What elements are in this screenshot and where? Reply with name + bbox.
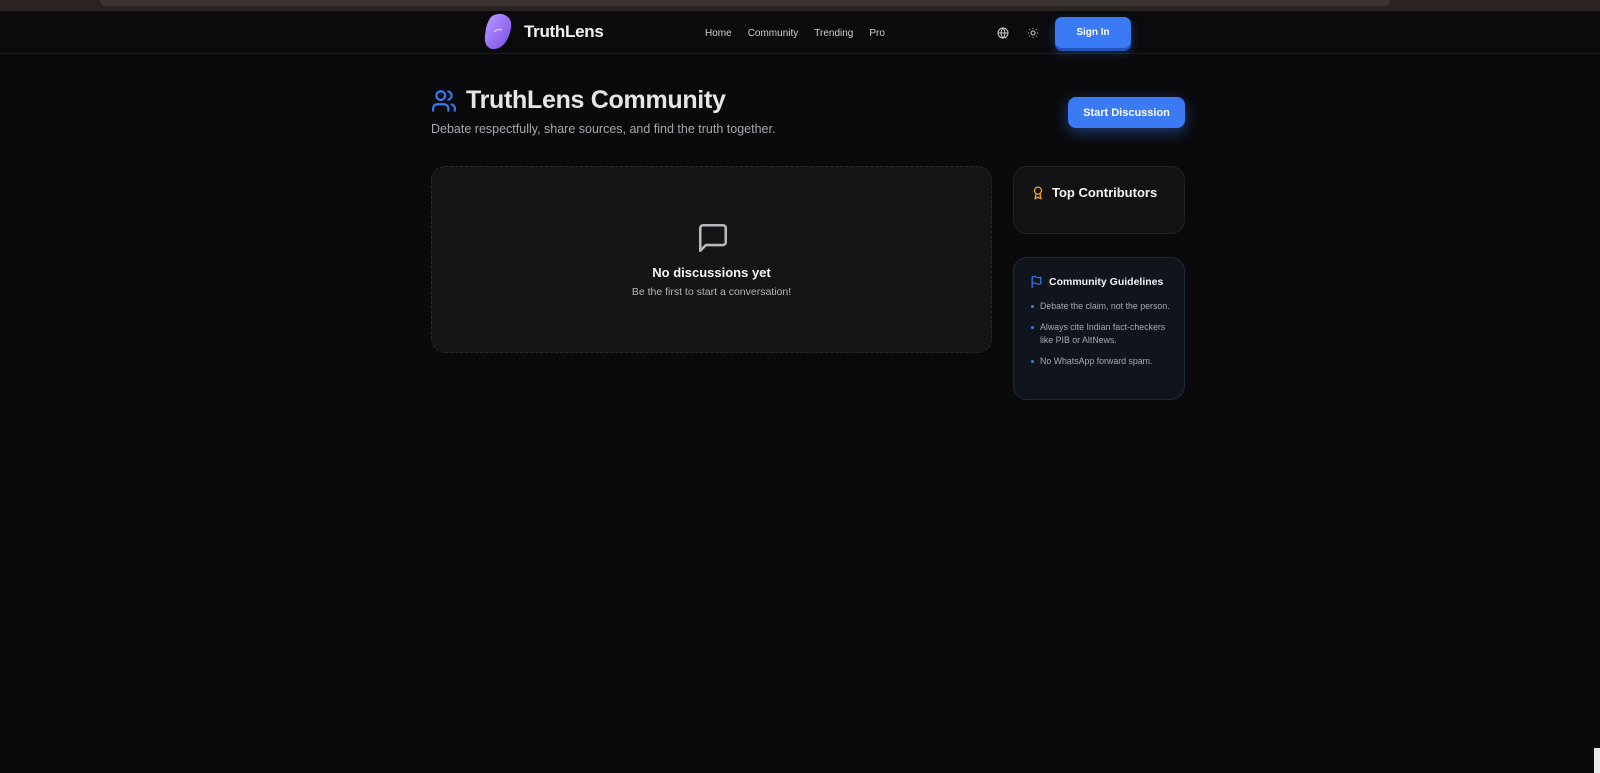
users-icon [432, 90, 456, 112]
guideline-item: Debate the claim, not the person. [1031, 300, 1176, 314]
bullet-dot [1031, 359, 1034, 363]
nav-community[interactable]: Community [748, 28, 799, 39]
top-contributors-card: Top Contributors [1013, 166, 1185, 234]
guideline-text: No WhatsApp forward spam. [1040, 355, 1153, 366]
language-button[interactable] [995, 25, 1011, 41]
top-contributors-title: Top Contributors [1052, 185, 1158, 200]
globe-icon [997, 27, 1009, 39]
bullet-dot [1031, 325, 1034, 329]
nav-trending[interactable]: Trending [814, 28, 853, 39]
start-discussion-button[interactable]: Start Discussion [1068, 97, 1185, 128]
theme-toggle-button[interactable] [1025, 25, 1041, 41]
brand-name[interactable]: TruthLens [524, 22, 604, 42]
top-navbar: TruthLens Home Community Trending Pro Si… [0, 11, 1600, 54]
award-icon [1033, 186, 1043, 200]
flag-icon [1031, 275, 1042, 289]
page-title: TruthLens Community [466, 86, 726, 114]
bullet-dot [1031, 305, 1034, 308]
guideline-text: Debate the claim, not the person. [1040, 301, 1170, 311]
guidelines-list: Debate the claim, not the person. Always… [1031, 300, 1176, 375]
guideline-text: Always cite Indian fact-checkers like PI… [1040, 321, 1166, 346]
community-guidelines-card: Community Guidelines Debate the claim, n… [1013, 257, 1185, 400]
empty-state-subtitle: Be the first to start a conversation! [631, 286, 792, 298]
community-guidelines-title: Community Guidelines [1049, 276, 1164, 288]
browser-chrome-strip [0, 0, 1600, 11]
empty-state-title: No discussions yet [652, 265, 771, 280]
nav-home[interactable]: Home [705, 28, 732, 39]
nav-pro[interactable]: Pro [869, 28, 885, 39]
guideline-item: Always cite Indian fact-checkers like PI… [1031, 321, 1176, 348]
truthlens-logo-icon[interactable] [482, 12, 516, 52]
message-square-icon [698, 223, 728, 253]
page-subtitle: Debate respectfully, share sources, and … [431, 122, 776, 136]
corner-widget-edge[interactable] [1594, 748, 1600, 773]
main-nav: Home Community Trending Pro [705, 28, 885, 39]
sign-in-button[interactable]: Sign In [1055, 17, 1131, 48]
sun-icon [1028, 28, 1038, 38]
guideline-item: No WhatsApp forward spam. [1031, 355, 1176, 369]
browser-address-bar-edge [100, 0, 1390, 6]
discussions-empty-state: No discussions yet Be the first to start… [431, 166, 992, 353]
